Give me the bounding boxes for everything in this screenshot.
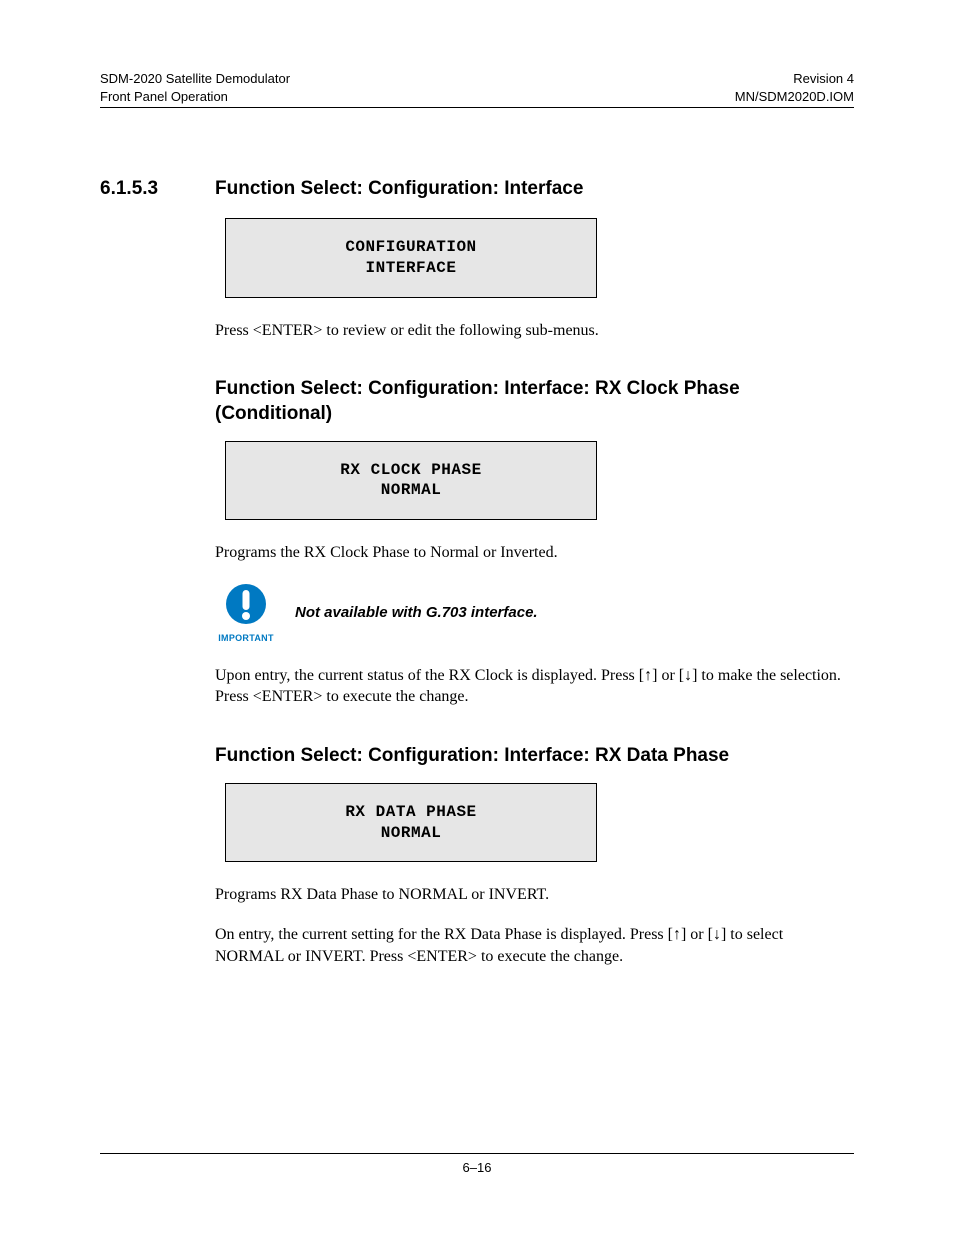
lcd-line: CONFIGURATION [236,237,586,258]
important-label: IMPORTANT [215,633,277,643]
page-footer: 6–16 [100,1153,854,1175]
text-fragment: Upon entry, the current status of the RX… [215,667,644,684]
page-number: 6–16 [463,1160,492,1175]
arrow-up-icon: ↑ [644,667,652,684]
header-right-line2: MN/SDM2020D.IOM [735,88,854,106]
header-left-line2: Front Panel Operation [100,88,290,106]
rx-clock-body1: Programs the RX Clock Phase to Normal or… [215,542,854,564]
subheading-rx-data-phase: Function Select: Configuration: Interfac… [215,744,854,769]
header-left-line1: SDM-2020 Satellite Demodulator [100,70,290,88]
lcd-line: NORMAL [236,823,586,844]
important-callout: IMPORTANT Not available with G.703 inter… [215,582,854,643]
header-right-line1: Revision 4 [735,70,854,88]
arrow-down-icon: ↓ [713,926,721,943]
lcd-display-rx-clock-phase: RX CLOCK PHASE NORMAL [225,441,597,521]
rx-clock-body2: Upon entry, the current status of the RX… [215,665,854,708]
section-number: 6.1.5.3 [100,178,215,200]
arrow-down-icon: ↓ [684,667,692,684]
subheading-rx-clock-phase: Function Select: Configuration: Interfac… [215,377,854,426]
lcd-line: NORMAL [236,480,586,501]
important-text: Not available with G.703 interface. [295,604,538,621]
text-fragment: ] or [ [652,667,684,684]
lcd-display-rx-data-phase: RX DATA PHASE NORMAL [225,783,597,863]
lcd-line: RX CLOCK PHASE [236,460,586,481]
rx-data-body1: Programs RX Data Phase to NORMAL or INVE… [215,884,854,906]
content-column: CONFIGURATION INTERFACE Press <ENTER> to… [215,218,854,967]
text-fragment: ] or [ [681,926,713,943]
header-left: SDM-2020 Satellite Demodulator Front Pan… [100,70,290,105]
rx-data-body2: On entry, the current setting for the RX… [215,924,854,967]
arrow-up-icon: ↑ [673,926,681,943]
page: SDM-2020 Satellite Demodulator Front Pan… [0,0,954,1235]
lcd-line: INTERFACE [236,258,586,279]
section-heading-row: 6.1.5.3 Function Select: Configuration: … [100,178,854,200]
important-icon [224,582,268,626]
lcd-display-config-interface: CONFIGURATION INTERFACE [225,218,597,298]
lcd-line: RX DATA PHASE [236,802,586,823]
section-title: Function Select: Configuration: Interfac… [215,178,583,200]
header-right: Revision 4 MN/SDM2020D.IOM [735,70,854,105]
page-header: SDM-2020 Satellite Demodulator Front Pan… [100,70,854,108]
text-fragment: On entry, the current setting for the RX… [215,926,673,943]
important-icon-wrap: IMPORTANT [215,582,277,643]
section-body: Press <ENTER> to review or edit the foll… [215,320,854,342]
